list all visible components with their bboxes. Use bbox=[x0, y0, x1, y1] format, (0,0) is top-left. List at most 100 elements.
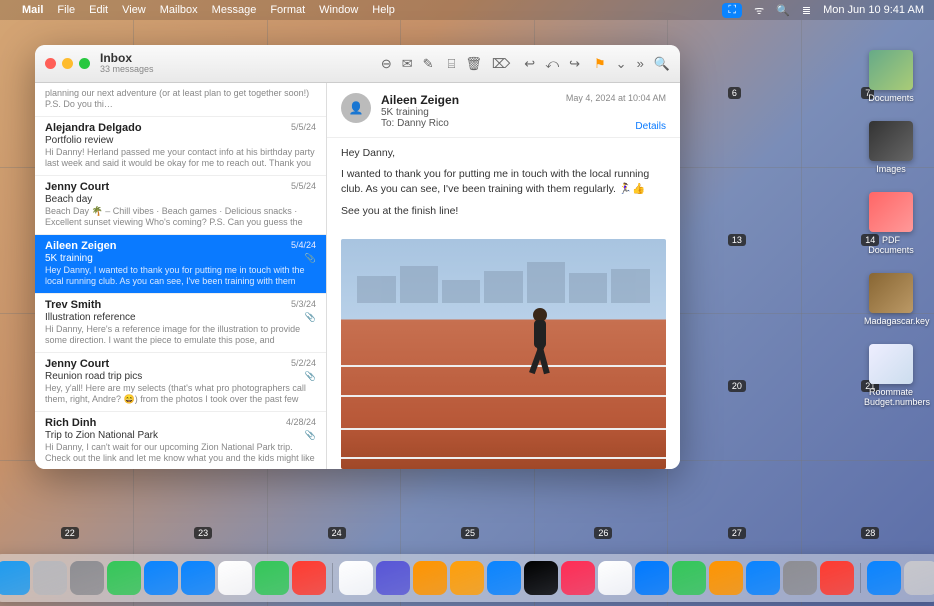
dock-app[interactable] bbox=[672, 561, 706, 595]
chevron-down-icon[interactable]: ⌄ bbox=[616, 56, 627, 72]
dock-app[interactable] bbox=[904, 561, 934, 595]
reply-icon[interactable]: ↩ bbox=[524, 56, 535, 72]
message-item[interactable]: Alejandra Delgado5/5/24Portfolio reviewH… bbox=[35, 117, 326, 176]
dock-app[interactable] bbox=[218, 561, 252, 595]
desktop-item-images[interactable]: Images bbox=[864, 121, 918, 174]
msg-date: 5/4/24 bbox=[291, 240, 316, 250]
dock-app[interactable] bbox=[144, 561, 178, 595]
menu-mailbox[interactable]: Mailbox bbox=[160, 4, 198, 16]
message-item[interactable]: Rich Dinh4/28/24Trip to Zion National Pa… bbox=[35, 412, 326, 469]
desktop-item-documents[interactable]: Documents bbox=[864, 50, 918, 103]
message-list[interactable]: planning our next adventure (or at least… bbox=[35, 83, 327, 469]
menubar: Mail File Edit View Mailbox Message Form… bbox=[0, 0, 934, 20]
grid-cell-number: 27 bbox=[728, 527, 746, 539]
dock-app[interactable] bbox=[635, 561, 669, 595]
dock-app[interactable] bbox=[339, 561, 373, 595]
msg-date: 5/3/24 bbox=[291, 299, 316, 309]
window-controls bbox=[45, 58, 90, 69]
dock-app[interactable] bbox=[70, 561, 104, 595]
grid-cell-number: 22 bbox=[61, 527, 79, 539]
message-item[interactable]: planning our next adventure (or at least… bbox=[35, 83, 326, 117]
details-link[interactable]: Details bbox=[635, 121, 666, 132]
minimize-button[interactable] bbox=[62, 58, 73, 69]
dock-app[interactable] bbox=[524, 561, 558, 595]
avatar: 👤 bbox=[341, 93, 371, 123]
msg-date: 5/2/24 bbox=[291, 358, 316, 368]
zoom-button[interactable] bbox=[79, 58, 90, 69]
dock-app[interactable] bbox=[598, 561, 632, 595]
compose-icon[interactable]: ✎ bbox=[423, 56, 434, 72]
dock-app[interactable] bbox=[255, 561, 289, 595]
close-button[interactable] bbox=[45, 58, 56, 69]
desktop-item-numbers[interactable]: Roommate Budget.numbers bbox=[864, 344, 918, 407]
menu-format[interactable]: Format bbox=[270, 4, 305, 16]
attachment-icon: 📎 bbox=[305, 371, 316, 382]
msg-from: Trev Smith bbox=[45, 299, 316, 311]
search-icon[interactable]: 🔍 bbox=[654, 56, 670, 72]
dock-app[interactable] bbox=[33, 561, 67, 595]
dock-app[interactable] bbox=[413, 561, 447, 595]
msg-preview: Hey, y'all! Here are my selects (that's … bbox=[45, 383, 316, 405]
dock-app[interactable] bbox=[746, 561, 780, 595]
filter-icon[interactable]: ⊖ bbox=[381, 56, 392, 72]
msg-preview: Hey Danny, I wanted to thank you for put… bbox=[45, 265, 316, 287]
message-item[interactable]: Jenny Court5/5/24Beach dayBeach Day 🌴 – … bbox=[35, 176, 326, 235]
menu-file[interactable]: File bbox=[57, 4, 75, 16]
viewer-date: May 4, 2024 at 10:04 AM bbox=[566, 93, 666, 103]
forward-icon[interactable]: ↪ bbox=[569, 56, 580, 72]
archive-icon[interactable]: ⌸ bbox=[448, 56, 456, 72]
menu-message[interactable]: Message bbox=[212, 4, 257, 16]
envelope-icon[interactable]: ✉ bbox=[402, 56, 413, 72]
dock-app[interactable] bbox=[820, 561, 854, 595]
dock-app[interactable] bbox=[561, 561, 595, 595]
menu-help[interactable]: Help bbox=[372, 4, 395, 16]
wifi-icon[interactable]: ᯤ bbox=[754, 3, 764, 18]
trash-icon[interactable]: 🗑 bbox=[465, 56, 482, 72]
control-center-icon[interactable]: ≣ bbox=[802, 4, 811, 17]
viewer-subject: 5K training bbox=[381, 107, 666, 118]
msg-subject: 5K training bbox=[45, 253, 316, 264]
more-icon[interactable]: » bbox=[637, 56, 644, 72]
menu-view[interactable]: View bbox=[122, 4, 146, 16]
msg-preview: Hi Danny, Here's a reference image for t… bbox=[45, 324, 316, 346]
screen-mirroring-icon[interactable]: ⛶ bbox=[722, 3, 742, 18]
app-name[interactable]: Mail bbox=[22, 4, 43, 16]
dock-app[interactable] bbox=[292, 561, 326, 595]
mail-titlebar: Inbox 33 messages ⊖ ✉ ✎ ⌸ 🗑 ⌦ ↩ ⤺ ↪ ⚑ ⌄ bbox=[35, 45, 680, 83]
dock-app[interactable] bbox=[181, 561, 215, 595]
viewer-to: Danny Rico bbox=[397, 118, 449, 129]
clock[interactable]: Mon Jun 10 9:41 AM bbox=[823, 4, 924, 16]
grid-cell-number: 28 bbox=[861, 527, 879, 539]
desktop-item-pdf[interactable]: PDF Documents bbox=[864, 192, 918, 255]
message-item[interactable]: Jenny Court5/2/24Reunion road trip picsH… bbox=[35, 353, 326, 412]
dock-app[interactable] bbox=[783, 561, 817, 595]
reply-all-icon[interactable]: ⤺ bbox=[545, 56, 559, 72]
dock-app[interactable] bbox=[0, 561, 30, 595]
dock-app[interactable] bbox=[107, 561, 141, 595]
message-body: Hey Danny, I wanted to thank you for put… bbox=[327, 138, 680, 233]
menu-edit[interactable]: Edit bbox=[89, 4, 108, 16]
message-header: 👤 Aileen Zeigen 5K training To: Danny Ri… bbox=[327, 83, 680, 138]
dock-app[interactable] bbox=[867, 561, 901, 595]
dock-app[interactable] bbox=[376, 561, 410, 595]
dock-app[interactable] bbox=[450, 561, 484, 595]
flag-icon[interactable]: ⚑ bbox=[594, 56, 606, 72]
menu-window[interactable]: Window bbox=[319, 4, 358, 16]
body-line: See you at the finish line! bbox=[341, 204, 666, 219]
message-item[interactable]: Aileen Zeigen5/4/245K trainingHey Danny,… bbox=[35, 235, 326, 294]
msg-date: 5/5/24 bbox=[291, 122, 316, 132]
dock-app[interactable] bbox=[709, 561, 743, 595]
grid-cell-number: 13 bbox=[728, 234, 746, 246]
message-item[interactable]: Trev Smith5/3/24Illustration referenceHi… bbox=[35, 294, 326, 353]
dock-app[interactable] bbox=[487, 561, 521, 595]
spotlight-icon[interactable]: 🔍 bbox=[776, 4, 790, 17]
msg-from: Alejandra Delgado bbox=[45, 122, 316, 134]
body-line: Hey Danny, bbox=[341, 146, 666, 161]
msg-subject: Portfolio review bbox=[45, 135, 316, 146]
msg-preview: Hi Danny, I can't wait for our upcoming … bbox=[45, 442, 316, 464]
msg-from: Jenny Court bbox=[45, 358, 316, 370]
desktop-item-keynote[interactable]: Madagascar.key bbox=[864, 273, 918, 326]
attachment-icon: 📎 bbox=[305, 430, 316, 441]
junk-icon[interactable]: ⌦ bbox=[492, 56, 510, 72]
msg-preview: planning our next adventure (or at least… bbox=[45, 88, 316, 110]
